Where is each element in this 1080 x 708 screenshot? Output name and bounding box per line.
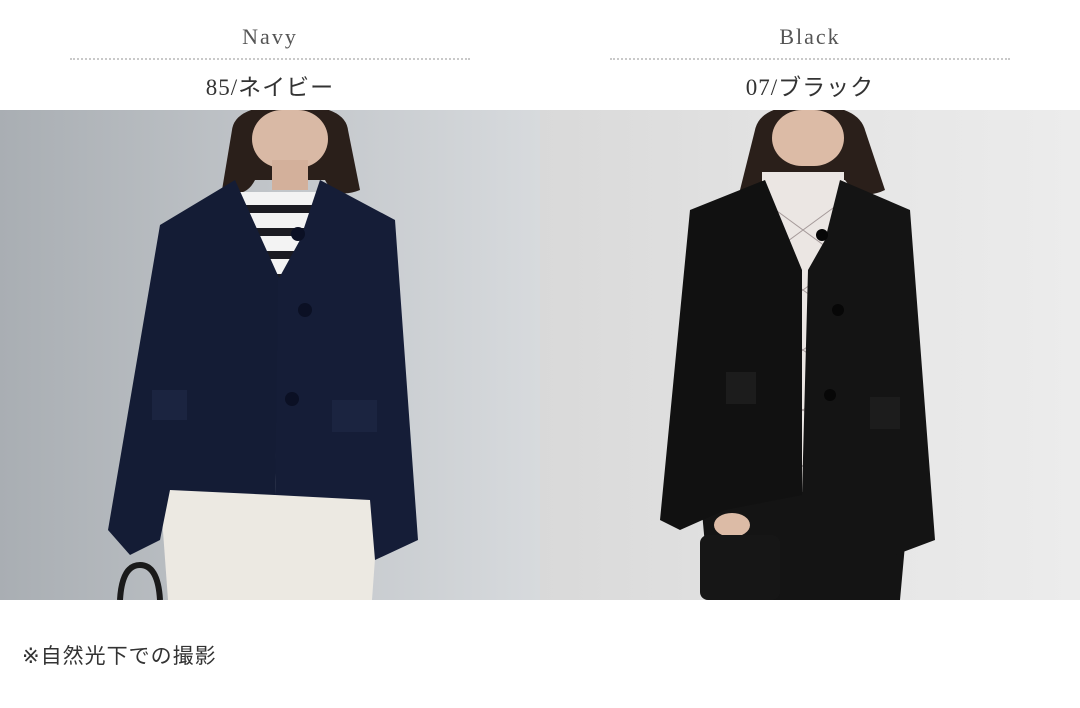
photo-note: ※自然光下での撮影: [22, 644, 217, 668]
model-navy-illustration: [108, 110, 418, 600]
dotted-divider: [70, 58, 470, 60]
product-photo-navy: [0, 110, 540, 600]
variant-header-black: Black 07/ブラック: [610, 0, 1010, 110]
variant-header-navy: Navy 85/ネイビー: [70, 0, 470, 110]
product-photo-black: [540, 110, 1080, 600]
dotted-divider: [610, 58, 1010, 60]
color-name-en: Navy: [242, 24, 298, 49]
model-black-illustration: [660, 110, 935, 600]
color-code: 07/ブラック: [745, 75, 875, 100]
color-name-en: Black: [779, 24, 841, 49]
color-code: 85/ネイビー: [205, 75, 335, 100]
